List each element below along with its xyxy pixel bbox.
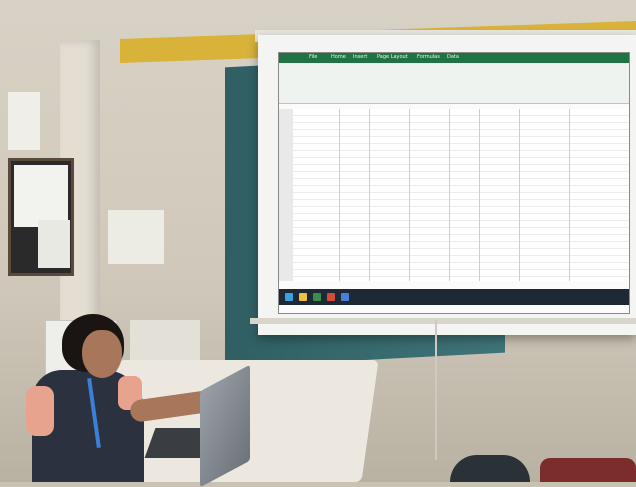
spreadsheet-grid [293, 109, 629, 281]
explorer-icon [299, 293, 307, 301]
excel-title-bar: File Home Insert Page Layout Formulas Da… [279, 53, 629, 63]
person-sleeve [26, 386, 54, 436]
screen-pull-cord [435, 320, 437, 460]
start-icon [285, 293, 293, 301]
app-icon [341, 293, 349, 301]
grid-column-line [369, 109, 370, 281]
grid-column-line [409, 109, 410, 281]
grid-column-line [479, 109, 480, 281]
tab-home: Home [331, 54, 346, 60]
grid-column-line [449, 109, 450, 281]
wall-notice [8, 92, 40, 150]
tab-insert: Insert [353, 54, 368, 60]
excel-icon [313, 293, 321, 301]
bag [540, 458, 636, 482]
tab-page-layout: Page Layout [377, 54, 408, 60]
row-headers [279, 109, 294, 281]
notice-paper [14, 165, 68, 227]
grid-column-line [569, 109, 570, 281]
projected-spreadsheet: File Home Insert Page Layout Formulas Da… [278, 52, 630, 314]
app-icon [327, 293, 335, 301]
chair [450, 455, 530, 482]
grid-column-line [339, 109, 340, 281]
excel-ribbon [279, 63, 629, 104]
tab-data: Data [447, 54, 459, 60]
tab-formulas: Formulas [417, 54, 440, 60]
screen-bottom-bar [250, 318, 636, 324]
grid-column-line [519, 109, 520, 281]
person-face [82, 330, 122, 378]
wall-papers [108, 210, 164, 264]
tab-file: File [309, 54, 318, 60]
notice-paper [38, 220, 70, 268]
